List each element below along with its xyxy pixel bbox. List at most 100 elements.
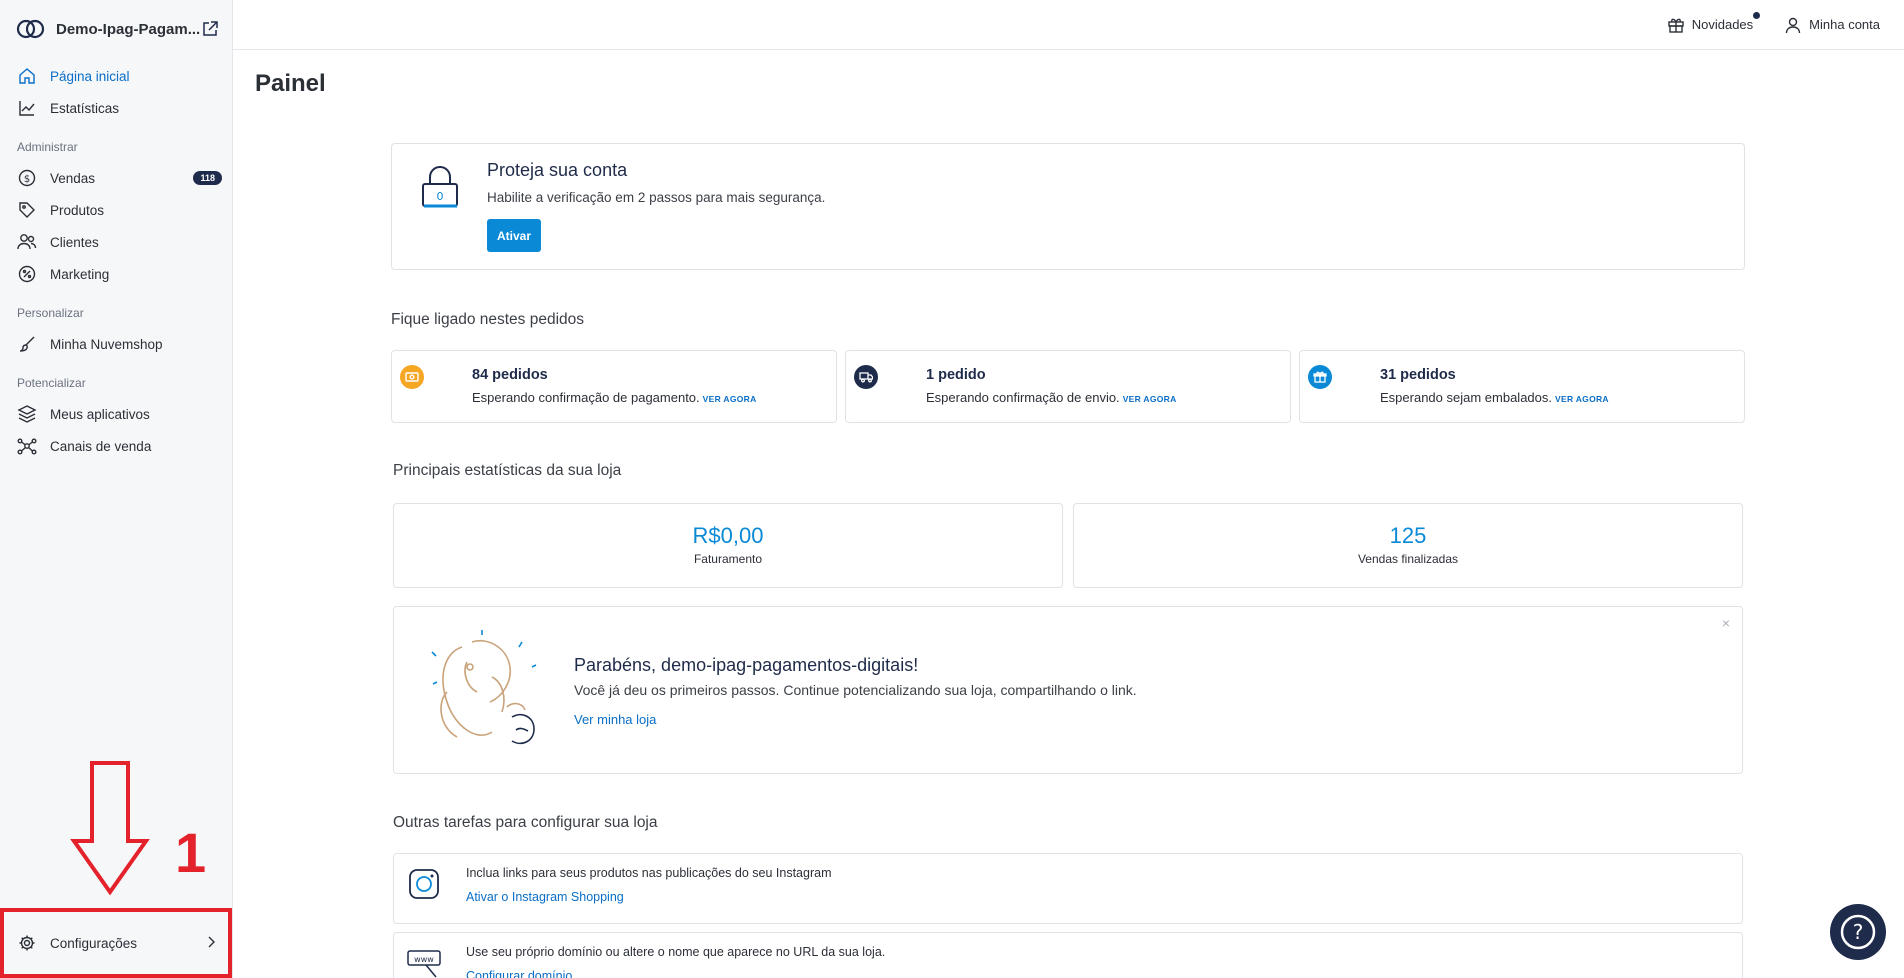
external-link-icon[interactable]	[200, 19, 220, 39]
users-icon	[17, 232, 37, 252]
network-icon	[17, 436, 37, 456]
nuvemshop-logo-icon[interactable]	[16, 17, 48, 41]
stat-label: Faturamento	[693, 552, 763, 566]
help-icon: ?	[1840, 914, 1876, 950]
page-title: Painel	[255, 70, 326, 97]
percent-icon	[17, 264, 37, 284]
svg-text:$: $	[24, 174, 30, 185]
notification-dot	[1753, 11, 1761, 19]
configure-domain-link[interactable]: Configurar domínio	[466, 969, 572, 978]
lock-icon: 0	[420, 166, 460, 215]
sales-count-badge: 118	[193, 171, 222, 185]
sidebar-nav: Página inicial Estatísticas Administrar …	[0, 58, 232, 462]
sidebar-item-label: Clientes	[50, 234, 99, 250]
order-desc: Esperando confirmação de envio. VER AGORA	[926, 390, 1177, 405]
sidebar-item-clientes[interactable]: Clientes	[0, 226, 232, 258]
activate-2fa-button[interactable]: Ativar	[487, 219, 541, 252]
section-title-personalizar: Personalizar	[17, 306, 84, 320]
stats-section-title: Principais estatísticas da sua loja	[393, 462, 622, 479]
order-desc-text: Esperando confirmação de envio.	[926, 390, 1120, 405]
view-now-link[interactable]: VER AGORA	[703, 394, 757, 404]
topbar: Novidades Minha conta	[233, 0, 1904, 50]
sidebar-item-label: Produtos	[50, 202, 105, 218]
annotation-number: 1	[175, 821, 207, 884]
user-icon	[1783, 15, 1803, 35]
order-card-payment[interactable]: 84 pedidos Esperando confirmação de paga…	[391, 350, 837, 423]
order-count: 84 pedidos	[472, 367, 548, 383]
section-title-potencializar: Potencializar	[17, 376, 86, 390]
order-card-shipping[interactable]: 1 pedido Esperando confirmação de envio.…	[845, 350, 1291, 423]
sidebar-item-statistics[interactable]: Estatísticas	[0, 92, 232, 124]
store-name[interactable]: Demo-Ipag-Pagam...	[56, 21, 200, 38]
account-label: Minha conta	[1809, 17, 1880, 32]
sidebar-item-label: Meus aplicativos	[50, 406, 150, 422]
order-desc-text: Esperando confirmação de pagamento.	[472, 390, 700, 405]
task-card-domain: www Use seu próprio domínio ou altere o …	[393, 932, 1743, 978]
order-desc: Esperando sejam embalados. VER AGORA	[1380, 390, 1609, 405]
truck-icon	[854, 365, 878, 389]
order-count: 31 pedidos	[1380, 367, 1456, 383]
view-store-link[interactable]: Ver minha loja	[574, 712, 656, 727]
brush-icon	[17, 334, 37, 354]
sidebar-item-label: Página inicial	[50, 68, 130, 84]
section-title-administrar: Administrar	[17, 140, 78, 154]
sidebar-item-produtos[interactable]: Produtos	[0, 194, 232, 226]
celebration-illustration-icon	[431, 630, 537, 745]
order-card-packing[interactable]: 31 pedidos Esperando sejam embalados. VER…	[1299, 350, 1745, 423]
gift-icon	[1666, 15, 1686, 35]
order-desc-text: Esperando sejam embalados.	[1380, 390, 1552, 405]
chart-icon	[17, 98, 37, 118]
view-now-link[interactable]: VER AGORA	[1123, 394, 1177, 404]
task-card-instagram: Inclua links para seus produtos nas publ…	[393, 853, 1743, 924]
help-button[interactable]: ?	[1830, 904, 1886, 960]
svg-text:www: www	[414, 955, 434, 964]
sidebar-item-canais-de-venda[interactable]: Canais de venda	[0, 430, 232, 462]
view-now-link[interactable]: VER AGORA	[1555, 394, 1609, 404]
congrats-card: Parabéns, demo-ipag-pagamentos-digitais!…	[393, 606, 1743, 774]
sidebar-item-vendas[interactable]: $ Vendas 118	[0, 162, 232, 194]
news-link[interactable]: Novidades	[1666, 11, 1761, 35]
tag-icon	[17, 200, 37, 220]
store-header: Demo-Ipag-Pagam...	[0, 0, 232, 58]
annotation-highlight-box	[0, 908, 232, 978]
gift-box-icon	[1308, 365, 1332, 389]
sidebar-item-meus-aplicativos[interactable]: Meus aplicativos	[0, 398, 232, 430]
protect-text: Habilite a verificação em 2 passos para …	[487, 190, 826, 205]
sidebar-item-label: Minha Nuvemshop	[50, 336, 163, 352]
money-icon	[400, 365, 424, 389]
stat-value: R$0,00	[692, 523, 764, 548]
svg-text:0: 0	[437, 190, 444, 203]
stat-card-sales: 125 Vendas finalizadas	[1073, 503, 1743, 588]
tasks-section-title: Outras tarefas para configurar sua loja	[393, 814, 658, 831]
order-desc: Esperando confirmação de pagamento. VER A…	[472, 390, 757, 405]
protect-account-card: 0 Proteja sua conta Habilite a verificaç…	[391, 143, 1745, 270]
task-text: Use seu próprio domínio ou altere o nome…	[466, 945, 886, 959]
stat-value: 125	[1389, 523, 1427, 548]
stat-card-revenue: R$0,00 Faturamento	[393, 503, 1063, 588]
close-icon[interactable]: ×	[1722, 615, 1730, 631]
sidebar-item-label: Marketing	[50, 266, 110, 282]
sidebar-item-home[interactable]: Página inicial	[0, 60, 232, 92]
order-count: 1 pedido	[926, 367, 986, 383]
sidebar-item-label: Canais de venda	[50, 438, 152, 454]
sidebar-item-marketing[interactable]: Marketing	[0, 258, 232, 290]
orders-section-title: Fique ligado nestes pedidos	[391, 311, 585, 328]
stat-label: Vendas finalizadas	[1357, 552, 1459, 566]
dollar-icon: $	[17, 168, 37, 188]
apps-icon	[17, 404, 37, 424]
task-text: Inclua links para seus produtos nas publ…	[466, 866, 832, 880]
annotation-arrow-icon	[70, 761, 150, 895]
congrats-text: Você já deu os primeiros passos. Continu…	[574, 682, 1137, 698]
protect-title: Proteja sua conta	[487, 160, 628, 180]
news-label: Novidades	[1691, 17, 1754, 32]
congrats-title: Parabéns, demo-ipag-pagamentos-digitais!	[574, 655, 919, 675]
sidebar-item-label: Vendas	[50, 170, 96, 186]
sidebar-item-minha-nuvemshop[interactable]: Minha Nuvemshop	[0, 328, 232, 360]
sidebar-item-label: Estatísticas	[50, 100, 120, 116]
instagram-icon	[409, 869, 439, 899]
home-icon	[17, 66, 37, 86]
domain-www-icon: www	[407, 950, 441, 978]
activate-instagram-link[interactable]: Ativar o Instagram Shopping	[466, 890, 624, 904]
account-link[interactable]: Minha conta	[1783, 15, 1880, 35]
help-label: ?	[1853, 920, 1864, 944]
